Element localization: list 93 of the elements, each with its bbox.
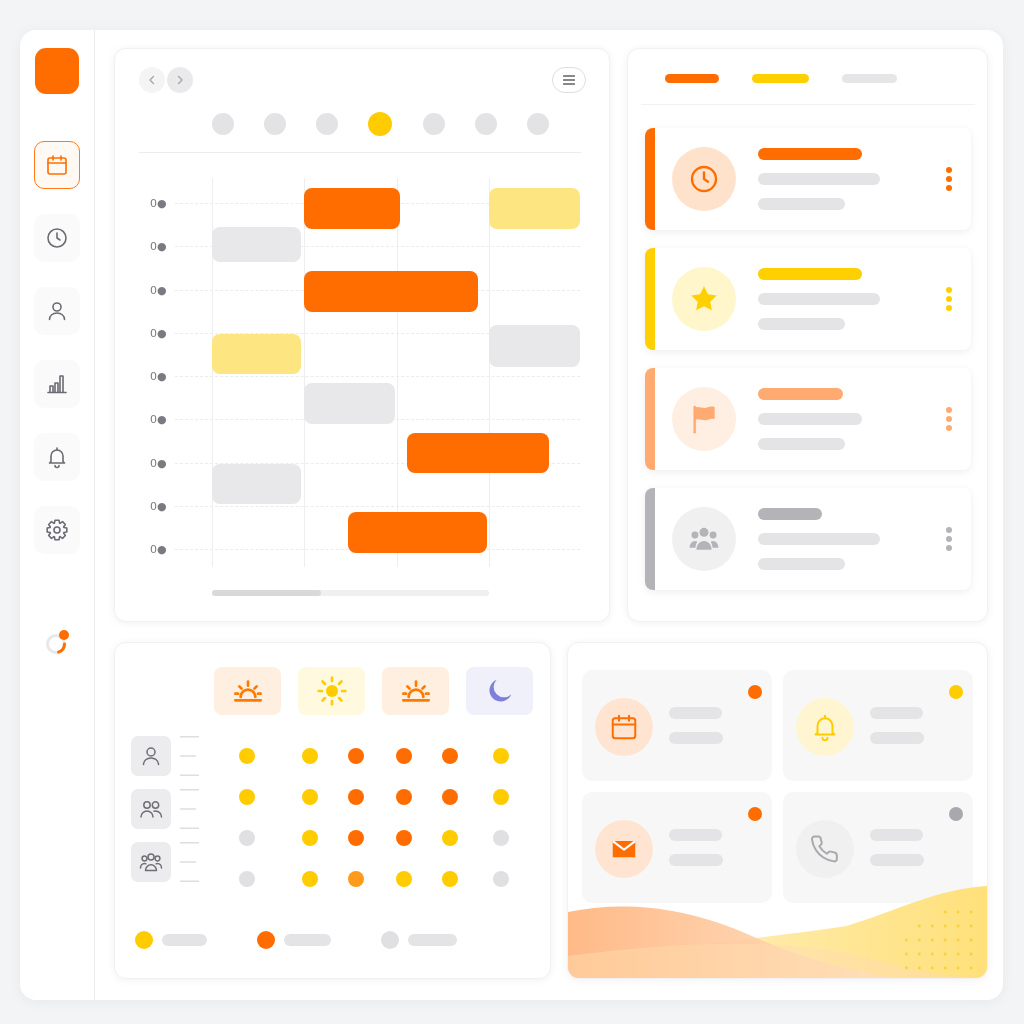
- availability-dot[interactable]: [396, 830, 412, 846]
- activity-card[interactable]: [645, 368, 971, 470]
- availability-dot[interactable]: [302, 789, 318, 805]
- placeholder-bar: [408, 934, 457, 946]
- sidebar-item[interactable]: [34, 287, 80, 335]
- event-block[interactable]: [304, 188, 400, 229]
- clock-icon: [45, 226, 69, 250]
- availability-dot[interactable]: [396, 871, 412, 887]
- day-dot[interactable]: [422, 113, 445, 135]
- settings-icon: [45, 518, 69, 542]
- availability-dot[interactable]: [348, 748, 364, 764]
- day-dot[interactable]: [526, 113, 549, 135]
- availability-dot[interactable]: [442, 871, 458, 887]
- tick-drawing: [180, 736, 200, 776]
- scroll-thumb[interactable]: [212, 590, 321, 596]
- time-label: 0●: [149, 197, 168, 211]
- contact-tile[interactable]: [582, 792, 772, 903]
- availability-dot[interactable]: [396, 748, 412, 764]
- period-button[interactable]: [298, 667, 365, 715]
- sidebar-item[interactable]: [34, 433, 80, 481]
- group-icon: [131, 842, 171, 882]
- activity-card[interactable]: [645, 128, 971, 230]
- bar-chart-icon: [45, 372, 69, 396]
- more-icon[interactable]: [946, 287, 952, 311]
- day-dot[interactable]: [264, 113, 287, 135]
- availability-dot[interactable]: [348, 830, 364, 846]
- sidebar-item[interactable]: [34, 506, 80, 554]
- availability-dot[interactable]: [493, 830, 509, 846]
- availability-dot[interactable]: [442, 830, 458, 846]
- day-dot[interactable]: [316, 113, 339, 135]
- more-icon[interactable]: [946, 527, 952, 551]
- availability-dot[interactable]: [239, 871, 255, 887]
- period-button[interactable]: [214, 667, 281, 715]
- event-block[interactable]: [489, 188, 580, 229]
- placeholder-bar: [162, 934, 207, 946]
- availability-dot[interactable]: [396, 789, 412, 805]
- time-label: 0●: [149, 370, 168, 384]
- availability-dot[interactable]: [442, 789, 458, 805]
- sidebar-item[interactable]: [34, 214, 80, 262]
- scrollbar[interactable]: [212, 590, 489, 596]
- availability-dot[interactable]: [493, 871, 509, 887]
- availability-dot[interactable]: [239, 789, 255, 805]
- sidebar-item[interactable]: [34, 141, 80, 189]
- sidebar-item[interactable]: [34, 360, 80, 408]
- availability-dot[interactable]: [302, 871, 318, 887]
- time-label: 0●: [149, 456, 168, 470]
- time-label: 0●: [149, 413, 168, 427]
- day-dot[interactable]: [474, 113, 497, 135]
- availability-dot[interactable]: [493, 748, 509, 764]
- next-button[interactable]: [167, 67, 193, 93]
- period-button[interactable]: [466, 667, 533, 715]
- contact-tile[interactable]: [783, 670, 973, 781]
- time-label: 0●: [149, 543, 168, 557]
- availability-dot[interactable]: [239, 830, 255, 846]
- day-dot[interactable]: [368, 112, 393, 136]
- availability-dot[interactable]: [302, 830, 318, 846]
- contact-tile[interactable]: [582, 670, 772, 781]
- tick-drawing: [180, 789, 200, 829]
- availability-dot[interactable]: [442, 748, 458, 764]
- tab[interactable]: [842, 74, 897, 83]
- event-block[interactable]: [304, 271, 478, 312]
- profile-status-icon[interactable]: [44, 629, 70, 655]
- activity-card[interactable]: [645, 488, 971, 590]
- contact-tile[interactable]: [783, 792, 973, 903]
- availability-dot[interactable]: [239, 748, 255, 764]
- availability-dot[interactable]: [348, 871, 364, 887]
- calendar-icon: [45, 153, 69, 177]
- more-icon[interactable]: [946, 407, 952, 431]
- event-block[interactable]: [407, 433, 549, 473]
- availability-dot[interactable]: [493, 789, 509, 805]
- tab[interactable]: [665, 74, 719, 83]
- tick-drawing: [180, 842, 200, 882]
- time-label: 0●: [149, 326, 168, 340]
- previous-button[interactable]: [139, 67, 165, 93]
- event-block[interactable]: [348, 512, 487, 553]
- more-icon[interactable]: [946, 167, 952, 191]
- user-icon: [131, 736, 171, 776]
- app-logo: [35, 48, 79, 94]
- period-button[interactable]: [382, 667, 449, 715]
- placeholder-bar: [284, 934, 331, 946]
- event-block[interactable]: [212, 334, 301, 374]
- placeholder-bar: [758, 508, 822, 520]
- availability-dot[interactable]: [302, 748, 318, 764]
- time-label: 0●: [149, 240, 168, 254]
- tab[interactable]: [752, 74, 809, 83]
- menu-icon: [563, 75, 575, 85]
- availability-dot[interactable]: [348, 789, 364, 805]
- two-users-icon: [131, 789, 171, 829]
- time-label: 0●: [149, 283, 168, 297]
- menu-button[interactable]: [552, 67, 586, 93]
- time-label: 0●: [149, 499, 168, 513]
- activity-card[interactable]: [645, 248, 971, 350]
- day-dot[interactable]: [212, 113, 234, 135]
